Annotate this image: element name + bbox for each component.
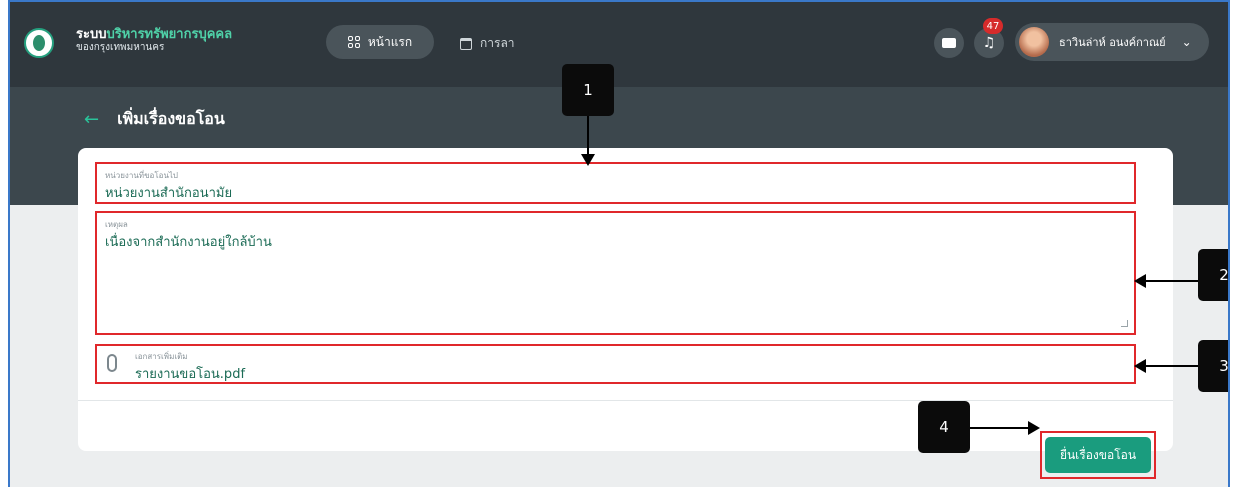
arrow-4-line [970, 427, 1030, 429]
attachment-value: รายงานขอโอน.pdf [135, 367, 246, 382]
reason-textarea[interactable]: เหตุผล เนื่องจากสำนักงานอยู่ใกล้บ้าน [95, 211, 1136, 335]
paperclip-icon [107, 354, 117, 372]
bma-logo-icon [24, 28, 54, 58]
nav-leave-label: การลา [480, 36, 515, 50]
page-header: ← เพิ่มเรื่องขอโอน [84, 107, 225, 132]
bell-icon: ♫ [982, 35, 996, 51]
divider [78, 400, 1173, 401]
user-menu[interactable]: ธาวินล่าห์ อนงค์กาณย์ ⌄ [1015, 23, 1209, 61]
callout-1: 1 [562, 64, 614, 116]
calendar-icon [460, 37, 472, 50]
arrow-4-head [1028, 421, 1040, 435]
reason-value: เนื่องจากสำนักงานอยู่ใกล้บ้าน [105, 235, 272, 250]
reason-label: เหตุผล [105, 220, 128, 229]
agency-label: หน่วยงานที่ขอโอนไป [105, 171, 179, 180]
dashboard-icon [347, 36, 360, 48]
chevron-down-icon: ⌄ [1181, 35, 1192, 49]
nav-home-label: หน้าแรก [367, 34, 413, 49]
arrow-1-line [587, 116, 589, 156]
user-name: ธาวินล่าห์ อนงค์กาณย์ [1059, 36, 1166, 49]
nav-home-button[interactable]: หน้าแรก [326, 25, 434, 59]
submit-highlight: ยื่นเรื่องขอโอน [1040, 431, 1156, 479]
nav-leave-link[interactable]: การลา [460, 34, 515, 53]
agency-field[interactable]: หน่วยงานที่ขอโอนไป หน่วยงานสำนักอนามัย [95, 162, 1136, 204]
app-window: ระบบบริหารทรัพยากรบุคคล ของกรุงเทพมหานคร… [8, 0, 1230, 487]
callout-2: 2 [1198, 249, 1228, 301]
brand-title-part-2: บริหารทรัพยากรบุคคล [106, 27, 233, 42]
brand-subtitle: ของกรุงเทพมหานคร [76, 42, 165, 53]
manual-button[interactable] [934, 28, 964, 58]
arrow-2-head [1134, 274, 1146, 288]
callout-3: 3 [1198, 340, 1228, 392]
brand-title-part-1: ระบบ [76, 27, 107, 42]
arrow-2-line [1146, 280, 1198, 282]
avatar [1019, 27, 1049, 57]
arrow-left-icon[interactable]: ← [84, 109, 99, 130]
notification-count-badge: 47 [983, 18, 1003, 34]
agency-value: หน่วยงานสำนักอนามัย [105, 186, 233, 201]
attachment-field[interactable]: เอกสารเพิ่มเติม รายงานขอโอน.pdf [95, 344, 1136, 384]
brand-title: ระบบบริหารทรัพยากรบุคคล [76, 28, 232, 41]
callout-4: 4 [918, 401, 970, 453]
arrow-1-head [581, 154, 595, 166]
submit-transfer-button[interactable]: ยื่นเรื่องขอโอน [1045, 437, 1151, 473]
resize-handle-icon[interactable] [1121, 320, 1128, 327]
top-navigation-bar: ระบบบริหารทรัพยากรบุคคล ของกรุงเทพมหานคร… [10, 2, 1228, 87]
brand: ระบบบริหารทรัพยากรบุคคล ของกรุงเทพมหานคร [76, 28, 232, 53]
arrow-3-head [1134, 359, 1146, 373]
book-icon [942, 38, 956, 48]
transfer-request-form: หน่วยงานที่ขอโอนไป หน่วยงานสำนักอนามัย เ… [78, 148, 1173, 479]
page-title: เพิ่มเรื่องขอโอน [117, 109, 225, 128]
arrow-3-line [1146, 365, 1198, 367]
attachment-label: เอกสารเพิ่มเติม [135, 352, 188, 361]
